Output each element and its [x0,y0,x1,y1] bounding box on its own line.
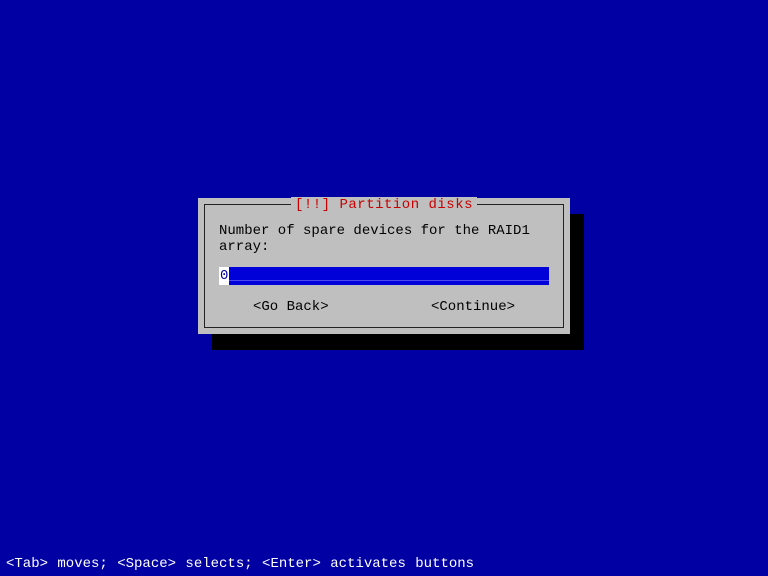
dialog-title: [!!] Partition disks [291,197,477,213]
dialog-title-marker: [!!] [295,197,331,213]
dialog-frame: [!!] Partition disks Number of spare dev… [204,204,564,328]
input-value: 0 [219,267,229,285]
dialog-buttons: <Go Back> <Continue> [219,299,549,315]
dialog-title-text: Partition disks [339,197,473,213]
input-underline: ________________________________________… [229,267,549,285]
prompt-label: Number of spare devices for the RAID1 ar… [219,223,549,255]
input-fill-text: ________________________________________… [229,268,549,284]
continue-button[interactable]: <Continue> [431,299,515,315]
dialog-title-bar: [!!] Partition disks [205,197,563,213]
spare-devices-input[interactable]: 0 ______________________________________… [219,267,549,285]
go-back-button[interactable]: <Go Back> [253,299,329,315]
partition-dialog: [!!] Partition disks Number of spare dev… [198,198,570,334]
footer-hint: <Tab> moves; <Space> selects; <Enter> ac… [6,556,474,572]
